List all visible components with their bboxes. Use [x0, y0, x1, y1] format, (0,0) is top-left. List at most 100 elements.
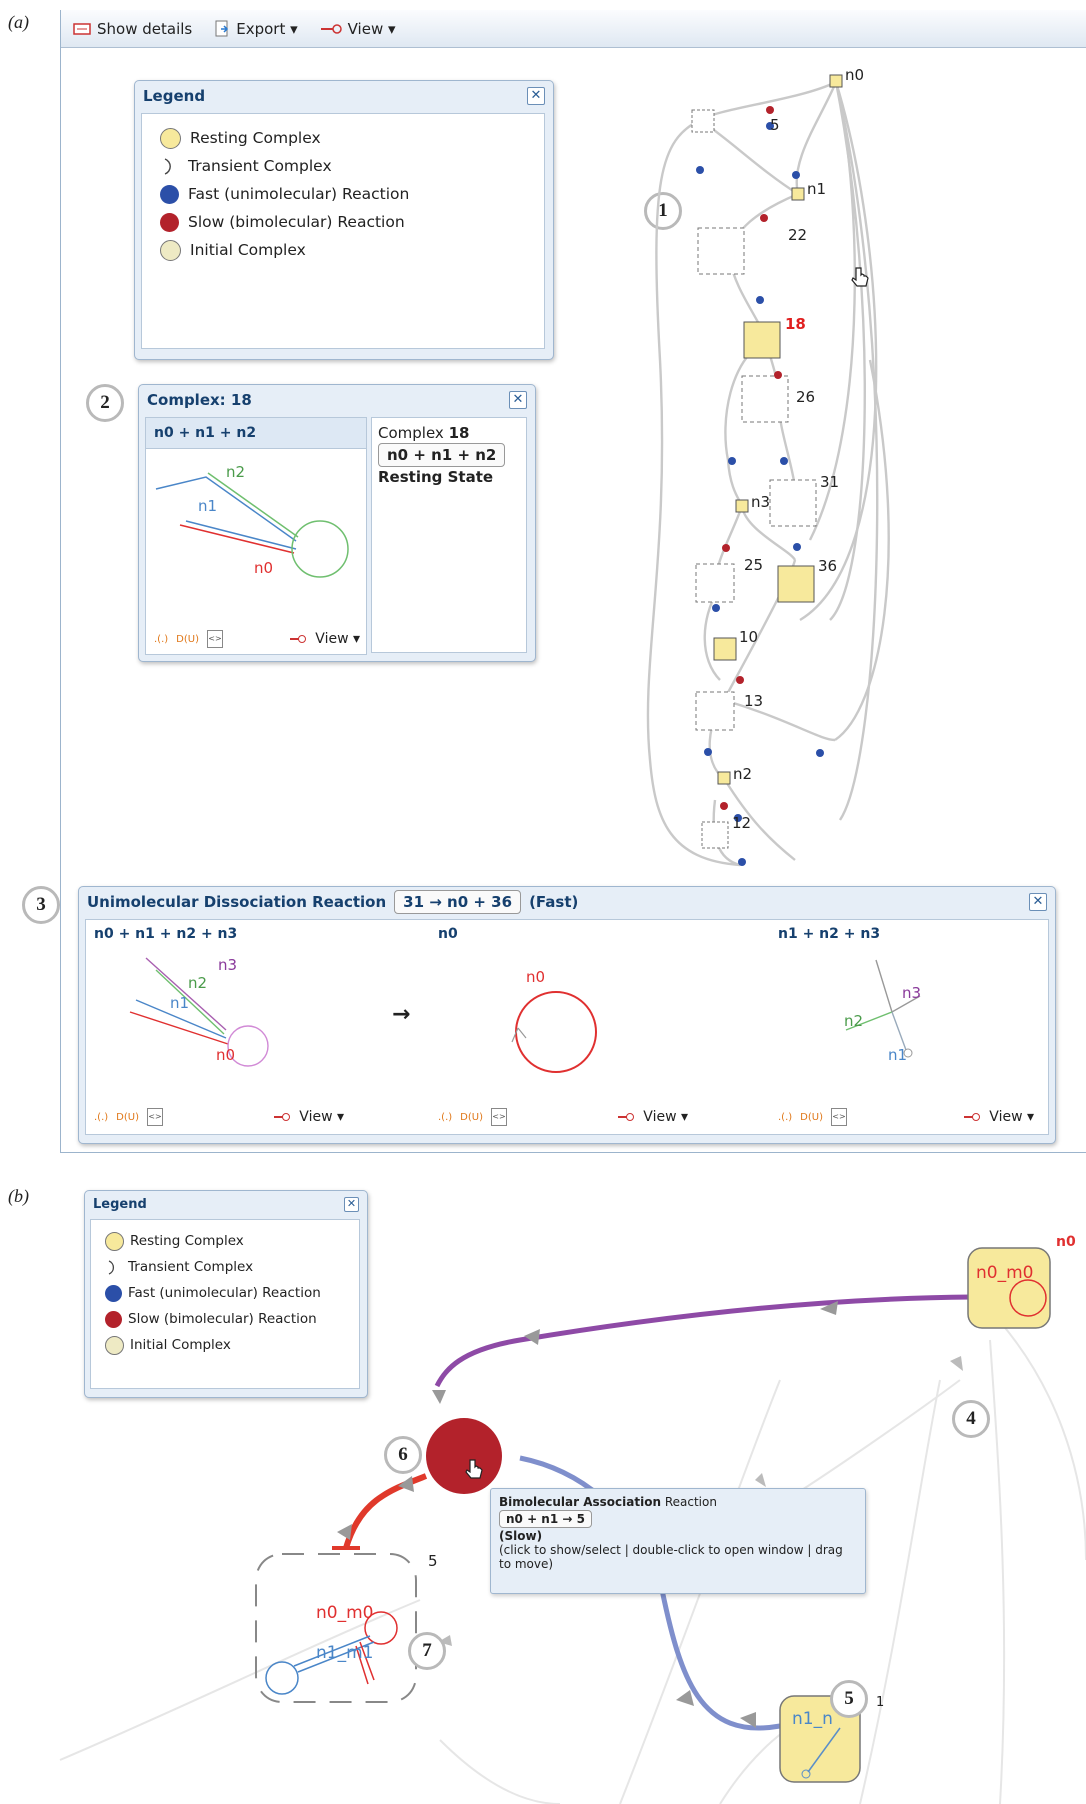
dot-paren-button[interactable]: .(.) [778, 1112, 792, 1123]
node-n1-superscript: 1 [876, 1695, 884, 1710]
node-n0[interactable] [829, 74, 843, 88]
show-details-button[interactable]: Show details [73, 20, 192, 38]
node-26[interactable] [741, 375, 789, 423]
node-n2[interactable] [717, 771, 731, 785]
slow-reaction-node[interactable] [426, 1418, 502, 1494]
node-5[interactable] [691, 109, 715, 133]
view-button[interactable]: View ▾ [320, 20, 396, 38]
legend-item-slow: Slow (bimolecular) Reaction [160, 208, 526, 236]
dot-paren-button[interactable]: .(.) [154, 634, 168, 645]
complex-info-state: Resting State [378, 468, 494, 486]
view-label: View ▾ [347, 19, 396, 38]
dot-paren-button[interactable]: .(.) [438, 1112, 452, 1123]
du-button[interactable]: D(U) [116, 1112, 139, 1123]
fast-reaction-icon [160, 184, 179, 204]
export-icon [215, 20, 229, 36]
du-button[interactable]: D(U) [800, 1112, 823, 1123]
reactant-strand-n2: n2 [188, 974, 207, 992]
toolbar: Show details Export ▾ View ▾ [61, 10, 1086, 48]
node-n0-m0-label: n0_m0 [976, 1263, 1033, 1283]
legend-label-initial: Initial Complex [190, 241, 306, 259]
complex-window[interactable]: Complex: 18 ✕ n0 + n1 + n2 n2 n1 n0 .(.)… [138, 384, 536, 662]
tooltip-speed: (Slow) [499, 1529, 543, 1543]
code-icon[interactable]: <> [831, 1108, 847, 1126]
product1-footer: .(.) D(U) <> View ▾ [438, 1108, 688, 1126]
complex-titlebar[interactable]: Complex: 18 ✕ [139, 385, 535, 415]
export-button[interactable]: Export ▾ [214, 19, 298, 38]
transient-complex-5[interactable] [255, 1553, 417, 1703]
complex-structure-drawing: n2 n1 n0 [155, 463, 349, 578]
complex-5-mid-label: n1_m1 [316, 1643, 373, 1663]
callout-5: 5 [830, 1680, 868, 1718]
dot-paren-button[interactable]: .(.) [94, 1112, 108, 1123]
legend-label-fast: Fast (unimolecular) Reaction [188, 185, 410, 203]
label-12: 12 [732, 814, 751, 832]
label-25: 25 [744, 556, 763, 574]
node-31[interactable] [769, 479, 817, 527]
complex-5-label: 5 [428, 1552, 438, 1570]
legend-item-initial: Initial Complex [160, 236, 526, 264]
reactant-view-button[interactable]: View ▾ [299, 1109, 344, 1125]
node-18[interactable] [743, 321, 781, 359]
reaction-title: Unimolecular Dissociation Reaction [87, 893, 387, 911]
product2-footer: .(.) D(U) <> View ▾ [778, 1108, 1034, 1126]
product1-strand-n0: n0 [526, 968, 545, 986]
arrowhead [337, 1524, 352, 1540]
node-22[interactable] [697, 227, 745, 275]
reactant-strand-n1: n1 [170, 994, 189, 1012]
red-edge[interactable] [343, 1473, 428, 1549]
complex-info-formula: n0 + n1 + n2 [378, 443, 506, 467]
complex-close-button[interactable]: ✕ [509, 391, 527, 409]
label-n3: n3 [751, 493, 770, 511]
initial-complex-icon [160, 239, 181, 261]
reaction-titlebar[interactable]: Unimolecular Dissociation Reaction 31 → … [79, 887, 1055, 917]
legend-titlebar[interactable]: Legend ✕ [135, 81, 553, 111]
code-icon[interactable]: <> [491, 1108, 507, 1126]
node-n3[interactable] [735, 499, 749, 513]
reaction-formula: 31 → n0 + 36 [394, 890, 522, 914]
callout-7: 7 [408, 1632, 446, 1670]
complex-structure-footer: .(.) D(U) <> View ▾ [154, 630, 360, 648]
node-n0-m0[interactable] [967, 1247, 1051, 1329]
code-icon[interactable]: <> [207, 630, 223, 648]
view-icon [274, 1113, 291, 1121]
complex-title: Complex: 18 [147, 391, 252, 409]
reactant-footer: .(.) D(U) <> View ▾ [94, 1108, 344, 1126]
reactant-strand-n0: n0 [216, 1046, 235, 1064]
arrowhead [676, 1690, 694, 1706]
label-13: 13 [744, 692, 763, 710]
legend-window[interactable]: Legend ✕ Resting Complex Transient Compl… [134, 80, 554, 360]
arrowhead [524, 1329, 540, 1345]
reaction-window[interactable]: Unimolecular Dissociation Reaction 31 → … [78, 886, 1056, 1144]
label-10: 10 [739, 628, 758, 646]
label-36: 36 [818, 557, 837, 575]
reaction-close-button[interactable]: ✕ [1029, 893, 1047, 911]
node-25[interactable] [695, 563, 735, 603]
complex-info-prefix: Complex [378, 424, 444, 442]
label-31: 31 [820, 473, 839, 491]
du-button[interactable]: D(U) [176, 634, 199, 645]
node-12[interactable] [701, 821, 729, 849]
export-label: Export ▾ [236, 19, 298, 38]
label-5: 5 [770, 116, 780, 134]
reactant-strand-n3: n3 [218, 956, 237, 974]
reaction-speed: (Fast) [529, 893, 579, 911]
purple-edge[interactable] [434, 1294, 973, 1388]
code-icon[interactable]: <> [147, 1108, 163, 1126]
node-10[interactable] [713, 637, 737, 661]
product2-view-button[interactable]: View ▾ [989, 1109, 1034, 1125]
reaction-graph[interactable]: n0 n1 5 22 18 26 31 n3 25 36 10 13 n2 12 [640, 60, 930, 880]
node-36[interactable] [777, 565, 815, 603]
node-13[interactable] [695, 691, 735, 731]
product1-view-button[interactable]: View ▾ [643, 1109, 688, 1125]
legend-item-fast: Fast (unimolecular) Reaction [160, 180, 526, 208]
du-button[interactable]: D(U) [460, 1112, 483, 1123]
legend-close-button[interactable]: ✕ [527, 87, 545, 105]
tooltip-formula: n0 + n1 → 5 [499, 1510, 592, 1528]
label-26: 26 [796, 388, 815, 406]
view-icon [964, 1113, 981, 1121]
complex-structure-header: n0 + n1 + n2 [146, 418, 366, 449]
complex-view-button[interactable]: View ▾ [315, 631, 360, 647]
node-n1[interactable] [791, 187, 805, 201]
complex-info-number: 18 [448, 424, 470, 442]
